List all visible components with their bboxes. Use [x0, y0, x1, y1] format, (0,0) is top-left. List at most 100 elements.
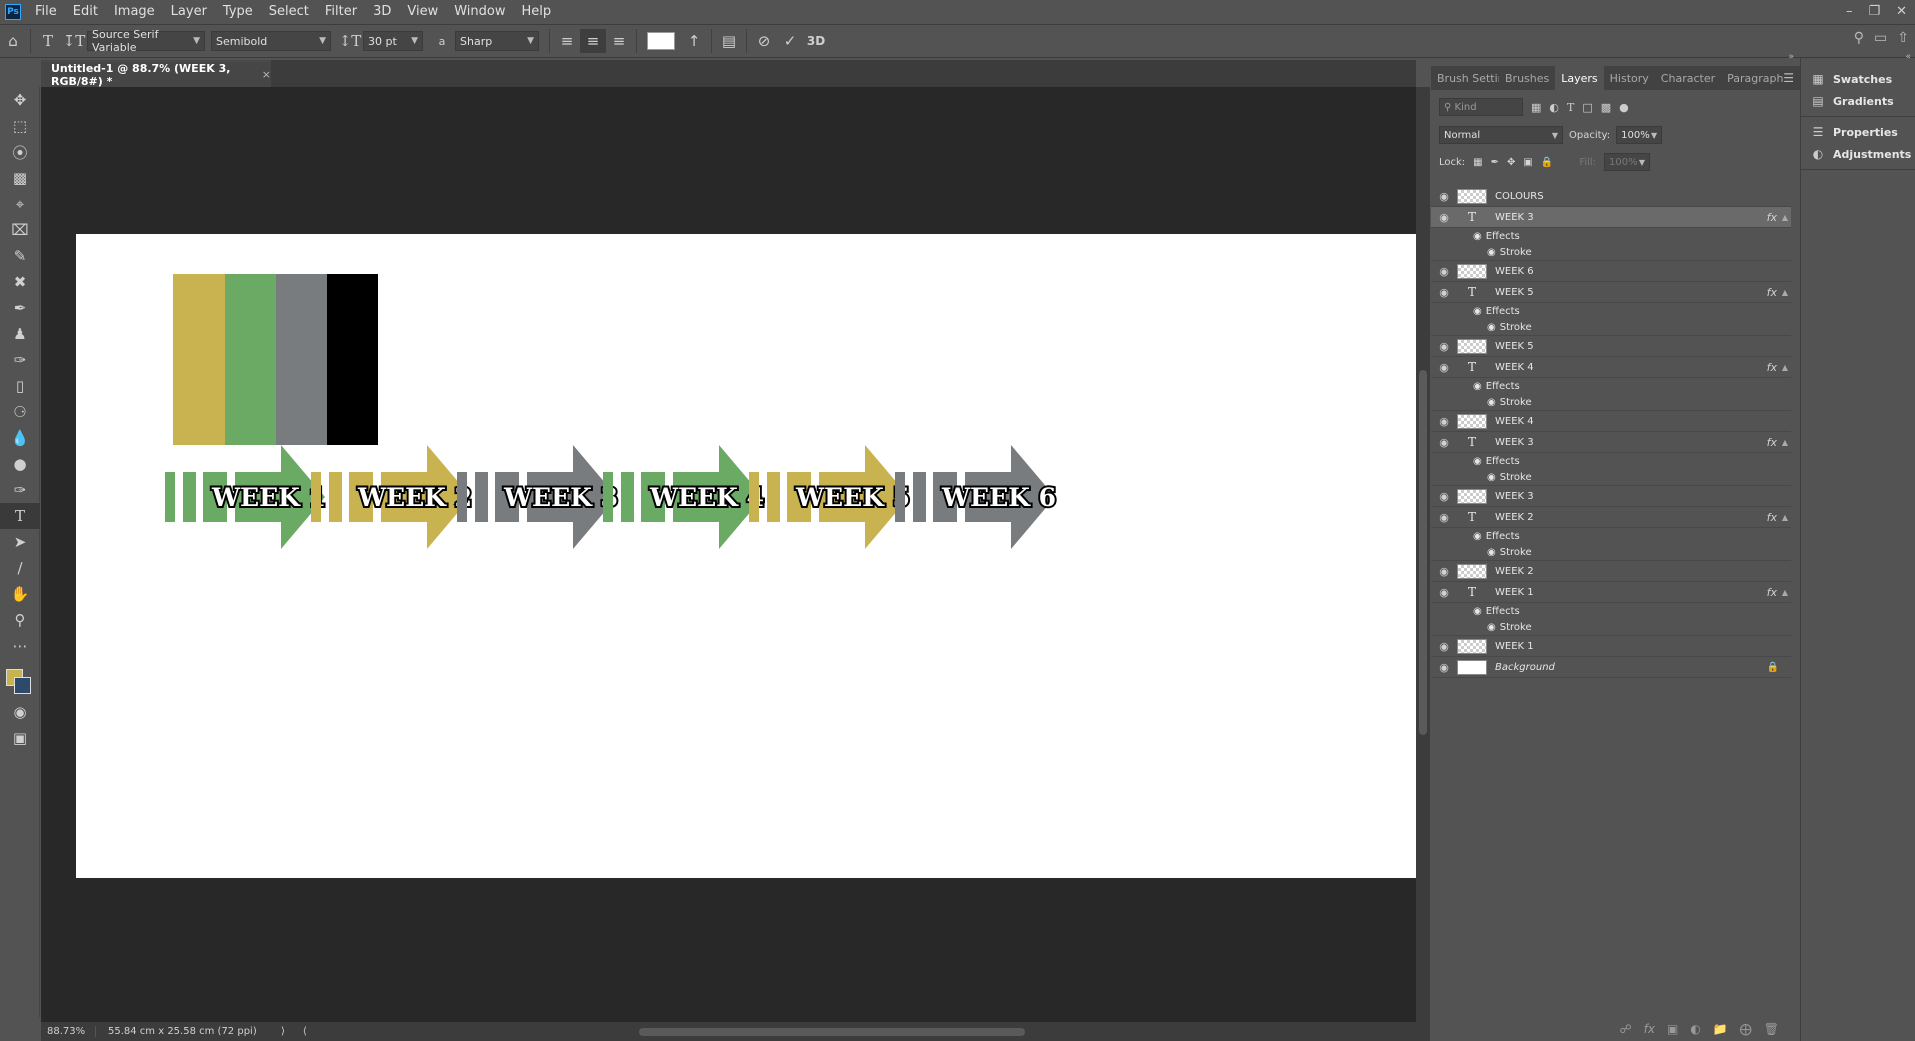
layer-row[interactable]: ◉ COLOURS: [1431, 186, 1791, 207]
object-selection-tool-icon[interactable]: ▩: [0, 165, 40, 191]
clone-stamp-tool-icon[interactable]: ♟: [0, 321, 40, 347]
layer-row[interactable]: ◉ T WEEK 5 fx ▲: [1431, 282, 1791, 303]
stroke-effect-row[interactable]: ◉ Stroke: [1431, 619, 1791, 636]
stroke-eye-icon[interactable]: ◉: [1487, 547, 1496, 558]
visibility-eye-icon[interactable]: ◉: [1431, 265, 1457, 278]
menu-help[interactable]: Help: [514, 4, 560, 19]
lock-position-icon[interactable]: ✥: [1507, 157, 1515, 168]
stroke-eye-icon[interactable]: ◉: [1487, 622, 1496, 633]
document-canvas[interactable]: WEEK 1 WEEK 2 WEEK 3 WEEK 4 WEEK 5 WEEK 6: [76, 234, 1420, 878]
week-label[interactable]: WEEK 2: [355, 481, 474, 514]
layer-name[interactable]: WEEK 3: [1495, 212, 1534, 223]
layer-row[interactable]: ◉ WEEK 3: [1431, 486, 1791, 507]
font-size-select[interactable]: 30 pt ▼: [363, 31, 423, 51]
effects-eye-icon[interactable]: ◉: [1473, 456, 1482, 467]
stroke-effect-row[interactable]: ◉ Stroke: [1431, 394, 1791, 411]
character-panel-icon[interactable]: ▤: [716, 29, 742, 53]
layer-effects-icon[interactable]: fx: [1767, 286, 1777, 299]
dock-swatches[interactable]: ▦ Swatches: [1801, 68, 1915, 90]
adjustment-filter-icon[interactable]: ◐: [1549, 101, 1559, 114]
close-window-icon[interactable]: ✕: [1896, 4, 1907, 19]
blend-mode-select[interactable]: Normal ▼: [1439, 126, 1563, 144]
workspace-icon[interactable]: ▭: [1874, 30, 1887, 46]
layer-name[interactable]: WEEK 5: [1495, 341, 1534, 352]
visibility-eye-icon[interactable]: ◉: [1431, 436, 1457, 449]
layer-row[interactable]: ◉ WEEK 2: [1431, 561, 1791, 582]
lock-artboard-icon[interactable]: ▣: [1523, 157, 1532, 168]
dock-adjustments[interactable]: ◐ Adjustments: [1801, 143, 1915, 165]
layer-name[interactable]: WEEK 1: [1495, 587, 1534, 598]
menu-type[interactable]: Type: [215, 4, 261, 19]
visibility-eye-icon[interactable]: ◉: [1431, 490, 1457, 503]
type-tool-preset-icon[interactable]: T: [35, 29, 61, 53]
new-layer-icon[interactable]: ⨁: [1740, 1022, 1752, 1036]
effects-row[interactable]: ◉ Effects: [1431, 528, 1791, 544]
cancel-edits-icon[interactable]: ⊘: [751, 29, 777, 53]
effects-row[interactable]: ◉ Effects: [1431, 453, 1791, 469]
layer-name[interactable]: COLOURS: [1495, 191, 1544, 202]
effects-eye-icon[interactable]: ◉: [1473, 231, 1482, 242]
week-label[interactable]: WEEK 5: [793, 481, 912, 514]
vertical-scroll-thumb[interactable]: [1419, 370, 1427, 735]
stroke-effect-row[interactable]: ◉ Stroke: [1431, 244, 1791, 261]
tab-brushes[interactable]: Brushes: [1499, 66, 1555, 90]
menu-filter[interactable]: Filter: [317, 4, 365, 19]
eraser-tool-icon[interactable]: ▯: [0, 373, 40, 399]
stroke-effect-row[interactable]: ◉ Stroke: [1431, 319, 1791, 336]
share-icon[interactable]: ⇧: [1897, 30, 1909, 46]
path-selection-tool-icon[interactable]: ➤: [0, 529, 40, 555]
menu-image[interactable]: Image: [106, 4, 163, 19]
dock-gradients[interactable]: ▤ Gradients: [1801, 90, 1915, 112]
frame-tool-icon[interactable]: ⌧: [0, 217, 40, 243]
horizontal-scroll-thumb[interactable]: [639, 1028, 1025, 1036]
smart-object-filter-icon[interactable]: ▩: [1601, 101, 1611, 114]
tab-layers[interactable]: Layers: [1555, 66, 1604, 90]
hand-tool-icon[interactable]: ✋: [0, 581, 40, 607]
type-filter-icon[interactable]: T: [1567, 101, 1574, 114]
crop-tool-icon[interactable]: ⌖: [0, 191, 40, 217]
marquee-tool-icon[interactable]: ⬚: [0, 113, 40, 139]
document-tab[interactable]: Untitled-1 @ 88.7% (WEEK 3, RGB/8#) * ×: [41, 60, 271, 88]
tab-brush-settings[interactable]: Brush Settings: [1431, 66, 1499, 90]
layer-effects-icon[interactable]: fx: [1767, 361, 1777, 374]
lock-all-icon[interactable]: 🔒: [1541, 157, 1553, 168]
visibility-eye-icon[interactable]: ◉: [1431, 361, 1457, 374]
expand-panels-icon[interactable]: «: [1905, 52, 1911, 62]
visibility-eye-icon[interactable]: ◉: [1431, 211, 1457, 224]
brush-tool-icon[interactable]: ✒: [0, 295, 40, 321]
collapse-effects-icon[interactable]: ▲: [1782, 213, 1788, 222]
layer-effects-icon[interactable]: fx: [1767, 511, 1777, 524]
lasso-tool-icon[interactable]: ⦿: [0, 139, 40, 165]
tab-character[interactable]: Character: [1655, 66, 1721, 90]
collapse-effects-icon[interactable]: ▲: [1782, 288, 1788, 297]
align-center-icon[interactable]: ≡: [580, 29, 606, 53]
layer-name[interactable]: WEEK 2: [1495, 512, 1534, 523]
layer-name[interactable]: WEEK 4: [1495, 362, 1534, 373]
layer-name[interactable]: WEEK 5: [1495, 287, 1534, 298]
week-label[interactable]: WEEK 4: [647, 481, 766, 514]
menu-layer[interactable]: Layer: [163, 4, 215, 19]
color-picker[interactable]: [0, 659, 40, 699]
paint-bucket-tool-icon[interactable]: ⚆: [0, 399, 40, 425]
layer-row[interactable]: ◉ T WEEK 3 fx ▲: [1431, 207, 1791, 228]
add-mask-icon[interactable]: ▣: [1667, 1022, 1678, 1036]
visibility-eye-icon[interactable]: ◉: [1431, 640, 1457, 653]
collapse-effects-icon[interactable]: ▲: [1782, 438, 1788, 447]
lock-transparent-icon[interactable]: ▦: [1473, 157, 1482, 168]
healing-brush-tool-icon[interactable]: ✖: [0, 269, 40, 295]
layer-name[interactable]: WEEK 1: [1495, 641, 1534, 652]
layer-row[interactable]: ◉ WEEK 5: [1431, 336, 1791, 357]
new-group-icon[interactable]: 📁: [1713, 1022, 1728, 1036]
stroke-eye-icon[interactable]: ◉: [1487, 397, 1496, 408]
align-left-icon[interactable]: ≡: [554, 29, 580, 53]
text-color-swatch[interactable]: [647, 32, 675, 50]
commit-edits-icon[interactable]: ✓: [777, 29, 803, 53]
effects-eye-icon[interactable]: ◉: [1473, 606, 1482, 617]
tab-history[interactable]: History: [1604, 66, 1655, 90]
opacity-field[interactable]: 100% ▼: [1616, 126, 1663, 144]
visibility-eye-icon[interactable]: ◉: [1431, 340, 1457, 353]
move-tool-icon[interactable]: ✥: [0, 87, 40, 113]
visibility-eye-icon[interactable]: ◉: [1431, 565, 1457, 578]
layer-effects-icon[interactable]: fx: [1767, 211, 1777, 224]
minimize-icon[interactable]: –: [1846, 4, 1853, 19]
